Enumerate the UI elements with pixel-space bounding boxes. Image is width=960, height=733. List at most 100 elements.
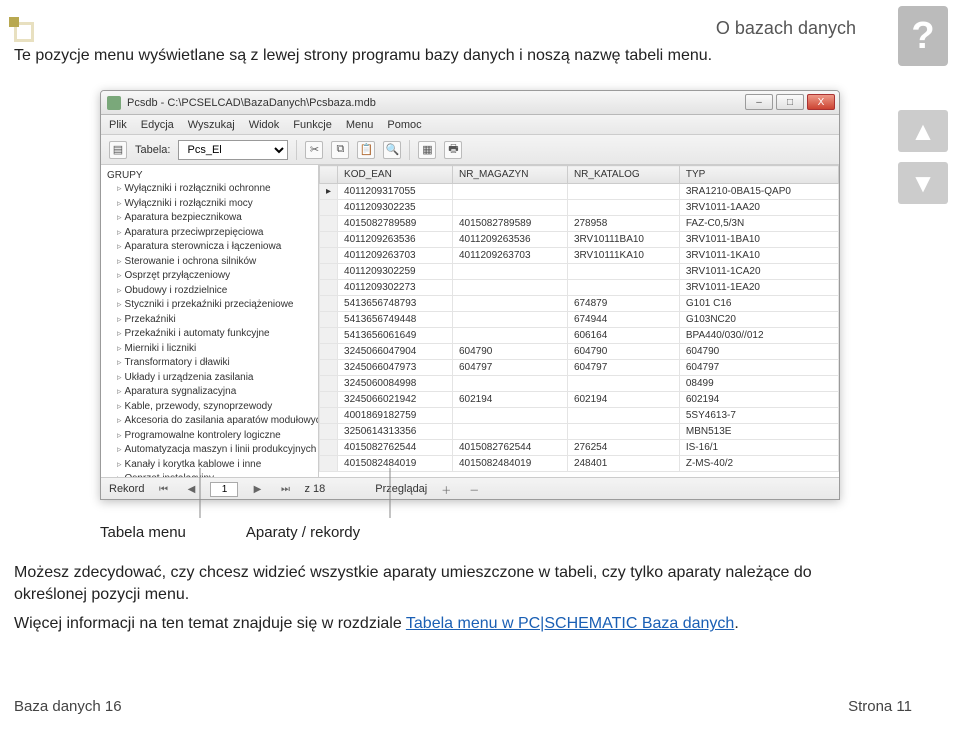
close-button[interactable]: X bbox=[807, 94, 835, 110]
cell[interactable]: 3RV10111KA10 bbox=[567, 248, 679, 264]
cell[interactable]: 3RV1011-1AA20 bbox=[679, 200, 838, 216]
tabela-menu-link[interactable]: Tabela menu w PC|SCHEMATIC Baza danych bbox=[406, 615, 734, 632]
column-header[interactable]: NR_MAGAZYN bbox=[452, 166, 567, 184]
remove-icon[interactable]: － bbox=[465, 481, 483, 497]
cell[interactable]: 4011209263536 bbox=[338, 232, 453, 248]
cell[interactable]: 3250614313356 bbox=[338, 424, 453, 440]
tree-item[interactable]: Kanały i korytka kablowe i inne bbox=[101, 458, 318, 473]
cell[interactable]: 3245066047973 bbox=[338, 360, 453, 376]
table-row[interactable]: 324506008499808499 bbox=[320, 376, 839, 392]
cell[interactable] bbox=[452, 424, 567, 440]
cell[interactable] bbox=[567, 424, 679, 440]
cell[interactable]: 4001869182759 bbox=[338, 408, 453, 424]
last-record-icon[interactable]: ⏭ bbox=[276, 481, 294, 497]
nav-down-icon[interactable]: ▼ bbox=[898, 162, 948, 204]
cell[interactable]: 3RV1011-1EA20 bbox=[679, 280, 838, 296]
tree-item[interactable]: Aparatura bezpiecznikowa bbox=[101, 211, 318, 226]
cell[interactable] bbox=[452, 200, 567, 216]
table-row[interactable]: 4001869182759 5SY4613-7 bbox=[320, 408, 839, 424]
cell[interactable]: FAZ-C0,5/3N bbox=[679, 216, 838, 232]
cell[interactable]: 5SY4613-7 bbox=[679, 408, 838, 424]
tree-item[interactable]: Aparatura sygnalizacyjna bbox=[101, 385, 318, 400]
cell[interactable]: BPA440/030//012 bbox=[679, 328, 838, 344]
tree-item[interactable]: Wyłączniki i rozłączniki mocy bbox=[101, 197, 318, 212]
cell[interactable]: 4011209302259 bbox=[338, 264, 453, 280]
menu-item-widok[interactable]: Widok bbox=[249, 119, 280, 131]
cell[interactable] bbox=[452, 184, 567, 200]
cell[interactable] bbox=[567, 200, 679, 216]
cell[interactable]: MBN513E bbox=[679, 424, 838, 440]
menu-item-edycja[interactable]: Edycja bbox=[141, 119, 174, 131]
table-row[interactable]: 40112093022593RV1011-1CA20 bbox=[320, 264, 839, 280]
table-row[interactable]: 3245066047973604797604797604797 bbox=[320, 360, 839, 376]
tree-item[interactable]: Kable, przewody, szynoprzewody bbox=[101, 400, 318, 415]
cell[interactable] bbox=[452, 280, 567, 296]
cell[interactable] bbox=[452, 264, 567, 280]
cell[interactable] bbox=[452, 376, 567, 392]
find-icon[interactable]: 🔍 bbox=[383, 141, 401, 159]
print-icon[interactable]: 🖶 bbox=[444, 141, 462, 159]
grid-icon[interactable]: ▦ bbox=[418, 141, 436, 159]
tree-item[interactable]: Układy i urządzenia zasilania bbox=[101, 371, 318, 386]
tree-item[interactable]: Styczniki i przekaźniki przeciążeniowe bbox=[101, 298, 318, 313]
tree-item[interactable]: Aparatura sterownicza i łączeniowa bbox=[101, 240, 318, 255]
tree-root[interactable]: GRUPY bbox=[101, 169, 318, 182]
cell[interactable]: 4015082484019 bbox=[452, 456, 567, 472]
tabela-select[interactable]: Pcs_El bbox=[178, 140, 288, 160]
cell[interactable]: 3RV1011-1KA10 bbox=[679, 248, 838, 264]
table-row[interactable]: 401120926353640112092635363RV10111BA103R… bbox=[320, 232, 839, 248]
table-row[interactable]: 5413656749448674944G103NC20 bbox=[320, 312, 839, 328]
cell[interactable]: Z-MS-40/2 bbox=[679, 456, 838, 472]
prev-record-icon[interactable]: ◀ bbox=[182, 481, 200, 497]
cell[interactable] bbox=[452, 296, 567, 312]
cell[interactable]: 4011209302235 bbox=[338, 200, 453, 216]
help-icon[interactable]: ? bbox=[898, 6, 948, 66]
cell[interactable]: 4011209263703 bbox=[338, 248, 453, 264]
cell[interactable]: 4015082484019 bbox=[338, 456, 453, 472]
tree-item[interactable]: Przekaźniki i automaty funkcyjne bbox=[101, 327, 318, 342]
cell[interactable]: 604797 bbox=[452, 360, 567, 376]
cut-icon[interactable]: ✂ bbox=[305, 141, 323, 159]
cell[interactable]: 3RV10111BA10 bbox=[567, 232, 679, 248]
tree-item[interactable]: Wyłączniki i rozłączniki ochronne bbox=[101, 182, 318, 197]
tree-item[interactable]: Programowalne kontrolery logiczne bbox=[101, 429, 318, 444]
menu-item-funkcje[interactable]: Funkcje bbox=[293, 119, 332, 131]
cell[interactable]: 5413656749448 bbox=[338, 312, 453, 328]
menu-item-wyszukaj[interactable]: Wyszukaj bbox=[188, 119, 235, 131]
cell[interactable]: 278958 bbox=[567, 216, 679, 232]
cell[interactable]: 5413656748793 bbox=[338, 296, 453, 312]
cell[interactable]: 276254 bbox=[567, 440, 679, 456]
cell[interactable]: 3RV1011-1BA10 bbox=[679, 232, 838, 248]
cell[interactable]: 604790 bbox=[679, 344, 838, 360]
cell[interactable]: 604790 bbox=[452, 344, 567, 360]
add-icon[interactable]: ＋ bbox=[437, 481, 455, 497]
cell[interactable]: 4015082762544 bbox=[338, 440, 453, 456]
table-row[interactable]: 401120926370340112092637033RV10111KA103R… bbox=[320, 248, 839, 264]
cell[interactable]: 606164 bbox=[567, 328, 679, 344]
tree-item[interactable]: Obudowy i rozdzielnice bbox=[101, 284, 318, 299]
table-row[interactable]: 4011209302235 3RV1011-1AA20 bbox=[320, 200, 839, 216]
cell[interactable]: 08499 bbox=[679, 376, 838, 392]
table-row[interactable]: 3250614313356 MBN513E bbox=[320, 424, 839, 440]
cell[interactable] bbox=[567, 376, 679, 392]
cell[interactable]: 604797 bbox=[567, 360, 679, 376]
cell[interactable] bbox=[567, 184, 679, 200]
minimize-button[interactable]: – bbox=[745, 94, 773, 110]
tree-panel[interactable]: GRUPY Wyłączniki i rozłączniki ochronneW… bbox=[101, 165, 319, 477]
cell[interactable] bbox=[567, 264, 679, 280]
cell[interactable]: 4011209317055 bbox=[338, 184, 453, 200]
column-header[interactable]: KOD_EAN bbox=[338, 166, 453, 184]
db-new-icon[interactable]: ▤ bbox=[109, 141, 127, 159]
cell[interactable]: IS-16/1 bbox=[679, 440, 838, 456]
table-row[interactable]: 40150827895894015082789589278958FAZ-C0,5… bbox=[320, 216, 839, 232]
tree-item[interactable]: Przekaźniki bbox=[101, 313, 318, 328]
table-row[interactable]: 40150827625444015082762544276254IS-16/1 bbox=[320, 440, 839, 456]
grid-panel[interactable]: KOD_EANNR_MAGAZYNNR_KATALOGTYP ▸40112093… bbox=[319, 165, 839, 477]
column-header[interactable]: NR_KATALOG bbox=[567, 166, 679, 184]
tree-item[interactable]: Sterowanie i ochrona silników bbox=[101, 255, 318, 270]
cell[interactable] bbox=[452, 312, 567, 328]
tree-item[interactable]: Osprzęt przyłączeniowy bbox=[101, 269, 318, 284]
copy-icon[interactable]: ⧉ bbox=[331, 141, 349, 159]
nav-up-icon[interactable]: ▲ bbox=[898, 110, 948, 152]
table-row[interactable]: 5413656061649606164BPA440/030//012 bbox=[320, 328, 839, 344]
